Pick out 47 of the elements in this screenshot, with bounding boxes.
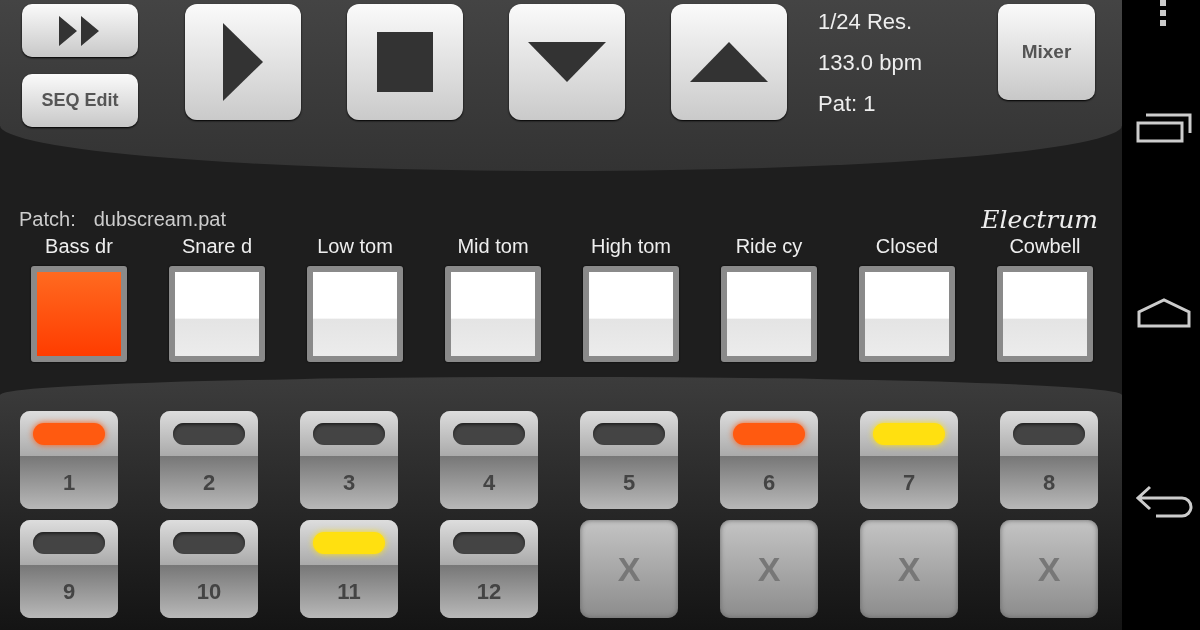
fast-forward-button[interactable] <box>22 4 138 57</box>
step-button[interactable]: 10 <box>160 520 258 618</box>
down-triangle-icon <box>528 42 606 82</box>
step-button[interactable]: 12 <box>440 520 538 618</box>
step-button[interactable]: 3 <box>300 411 398 509</box>
recent-apps-icon[interactable] <box>1136 113 1192 143</box>
mixer-button[interactable]: Mixer <box>998 4 1095 100</box>
patch-label: Patch: <box>19 207 76 231</box>
app-logo: Electrum <box>981 204 1098 234</box>
up-triangle-icon <box>690 42 768 82</box>
instrument-label: Snare d <box>181 234 253 258</box>
instrument-pad[interactable] <box>445 266 541 362</box>
play-button[interactable] <box>185 4 301 120</box>
instrument-pad[interactable] <box>997 266 1093 362</box>
step-button[interactable]: 4 <box>440 411 538 509</box>
step-button[interactable]: 9 <box>20 520 118 618</box>
instrument-label: Ride cy <box>735 234 803 258</box>
step-button[interactable]: 7 <box>860 411 958 509</box>
play-icon <box>223 23 263 101</box>
home-icon[interactable] <box>1137 298 1191 328</box>
status-text: 1/24 Res. <box>818 8 914 36</box>
up-button[interactable] <box>671 4 787 120</box>
stop-icon <box>377 32 433 92</box>
seq-edit-button[interactable]: SEQ Edit <box>22 74 138 127</box>
step-button[interactable]: 8 <box>1000 411 1098 509</box>
step-button[interactable]: 5 <box>580 411 678 509</box>
instrument-pad[interactable] <box>583 266 679 362</box>
instrument-label: Closed <box>875 234 939 258</box>
down-button[interactable] <box>509 4 625 120</box>
status-text: 133.0 bpm <box>818 49 923 77</box>
instrument-label: Cowbell <box>1009 234 1081 258</box>
instrument-label: High tom <box>591 234 671 258</box>
instrument-pad[interactable] <box>169 266 265 362</box>
step-button[interactable]: 1 <box>20 411 118 509</box>
instrument-pad[interactable] <box>307 266 403 362</box>
status-text: Pat: 1 <box>818 90 877 118</box>
instrument-pad[interactable] <box>859 266 955 362</box>
stop-button[interactable] <box>347 4 463 120</box>
instrument-label: Bass dr <box>45 234 113 258</box>
patch-name: dubscream.pat <box>93 207 226 231</box>
step-button[interactable]: 6 <box>720 411 818 509</box>
step-button[interactable]: 11 <box>300 520 398 618</box>
instrument-pad[interactable] <box>721 266 817 362</box>
step-button[interactable]: 2 <box>160 411 258 509</box>
instrument-label: Low tom <box>317 234 393 258</box>
overflow-menu-icon[interactable] <box>1160 0 1166 26</box>
instrument-label: Mid tom <box>457 234 529 258</box>
